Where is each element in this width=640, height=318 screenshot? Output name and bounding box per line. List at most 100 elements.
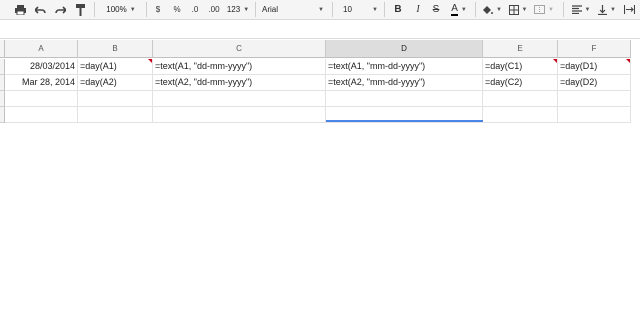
- decrease-decimals-label: .0: [191, 5, 199, 14]
- font-size-value: 10: [343, 5, 352, 14]
- cell-f4[interactable]: [558, 107, 631, 123]
- bold-button[interactable]: B: [392, 0, 404, 19]
- merge-cells-icon: [534, 5, 546, 14]
- bold-label: B: [394, 4, 402, 15]
- cell-f2[interactable]: =day(D2): [558, 75, 631, 91]
- cell-value: =day(D1): [560, 61, 598, 71]
- cell-a1[interactable]: 28/03/2014: [5, 59, 78, 75]
- toolbar-divider: [332, 2, 333, 17]
- paint-bucket-icon: [483, 5, 494, 14]
- print-icon[interactable]: [12, 0, 28, 19]
- more-formats-select[interactable]: 123 ▼: [226, 0, 250, 19]
- chevron-down-icon: ▼: [243, 6, 250, 13]
- cell-value: =text(A1, "mm-dd-yyyy"): [328, 61, 426, 71]
- more-formats-label: 123: [226, 5, 241, 14]
- increase-decimals-button[interactable]: .00: [206, 0, 222, 19]
- cell-a2[interactable]: Mar 28, 2014: [5, 75, 78, 91]
- column-header-f[interactable]: F: [558, 40, 631, 58]
- cell-value: =text(A1, "dd-mm-yyyy"): [155, 61, 253, 71]
- text-color-icon: A: [451, 2, 458, 16]
- error-marker-icon: [626, 59, 630, 63]
- cell-e4[interactable]: [483, 107, 558, 123]
- italic-label: I: [416, 4, 420, 15]
- cell-value: 28/03/2014: [29, 61, 75, 71]
- cell-value: Mar 28, 2014: [21, 77, 75, 87]
- cell-c1[interactable]: =text(A1, "dd-mm-yyyy"): [153, 59, 326, 75]
- cell-b3[interactable]: [78, 91, 153, 107]
- chevron-down-icon: ▼: [129, 6, 136, 13]
- cell-e2[interactable]: =day(C2): [483, 75, 558, 91]
- cell-b1[interactable]: =day(A1): [78, 59, 153, 75]
- chevron-down-icon: ▼: [460, 6, 467, 13]
- chevron-down-icon: ▼: [610, 6, 616, 13]
- cell-d3[interactable]: [326, 91, 483, 107]
- chevron-down-icon: ▼: [521, 6, 528, 13]
- increase-decimals-label: .00: [208, 5, 220, 14]
- toolbar-divider: [146, 2, 147, 17]
- toolbar-divider: [94, 2, 95, 17]
- formula-bar[interactable]: [0, 21, 640, 39]
- percent-format-button[interactable]: %: [170, 0, 184, 19]
- cell-value: =day(C2): [485, 77, 523, 87]
- font-size-select[interactable]: 10 ▼: [343, 0, 378, 19]
- error-marker-icon: [553, 59, 557, 63]
- cell-c2[interactable]: =text(A2, "dd-mm-yyyy"): [153, 75, 326, 91]
- cell-c4[interactable]: [153, 107, 326, 123]
- chevron-down-icon: ▼: [496, 6, 502, 13]
- cell-value: =text(A2, "mm-dd-yyyy"): [328, 77, 426, 87]
- align-bottom-icon: [598, 4, 608, 15]
- cell-a3[interactable]: [5, 91, 78, 107]
- column-header-b[interactable]: B: [78, 40, 153, 58]
- merge-cells-button[interactable]: ▼: [533, 0, 555, 19]
- cell-value: =day(A1): [80, 61, 117, 71]
- font-family-select[interactable]: Arial ▼: [262, 0, 324, 19]
- text-wrapping-button[interactable]: [622, 0, 636, 19]
- text-overflow-icon: [623, 5, 635, 14]
- chevron-down-icon: ▼: [318, 6, 324, 13]
- cell-a4[interactable]: [5, 107, 78, 123]
- error-marker-icon: [148, 59, 152, 63]
- cell-d1[interactable]: =text(A1, "mm-dd-yyyy"): [326, 59, 483, 75]
- toolbar: 100% ▼ $ % .0 .00 123 ▼ Arial ▼ 10 ▼ B I…: [0, 0, 640, 20]
- cell-b2[interactable]: =day(A2): [78, 75, 153, 91]
- cell-e3[interactable]: [483, 91, 558, 107]
- fill-color-button[interactable]: ▼: [481, 0, 503, 19]
- italic-button[interactable]: I: [412, 0, 424, 19]
- cell-b4[interactable]: [78, 107, 153, 123]
- cell-e1[interactable]: =day(C1): [483, 59, 558, 75]
- strikethrough-button[interactable]: S: [430, 0, 442, 19]
- undo-icon[interactable]: [32, 0, 48, 19]
- strikethrough-label: S: [432, 4, 440, 15]
- column-header-a[interactable]: A: [5, 40, 78, 58]
- zoom-select[interactable]: 100% ▼: [100, 0, 142, 19]
- column-header-c[interactable]: C: [153, 40, 326, 58]
- toolbar-divider: [255, 2, 256, 17]
- cell-value: =text(A2, "dd-mm-yyyy"): [155, 77, 253, 87]
- borders-button[interactable]: ▼: [507, 0, 529, 19]
- cell-value: =day(D2): [560, 77, 598, 87]
- chevron-down-icon: ▼: [548, 6, 554, 13]
- cell-value: =day(A2): [80, 77, 117, 87]
- redo-icon[interactable]: [52, 0, 68, 19]
- horizontal-align-button[interactable]: ▼: [570, 0, 592, 19]
- cell-c3[interactable]: [153, 91, 326, 107]
- chevron-down-icon: ▼: [584, 6, 591, 13]
- paint-format-icon[interactable]: [72, 0, 88, 19]
- align-left-icon: [571, 5, 582, 14]
- currency-label: $: [155, 5, 161, 14]
- toolbar-divider: [384, 2, 385, 17]
- vertical-align-button[interactable]: ▼: [597, 0, 617, 19]
- zoom-value: 100%: [106, 5, 127, 14]
- cell-f3[interactable]: [558, 91, 631, 107]
- cell-d2[interactable]: =text(A2, "mm-dd-yyyy"): [326, 75, 483, 91]
- column-header-d[interactable]: D: [326, 40, 483, 58]
- text-color-button[interactable]: A ▼: [448, 0, 470, 19]
- cell-f1[interactable]: =day(D1): [558, 59, 631, 75]
- currency-format-button[interactable]: $: [152, 0, 164, 19]
- chevron-down-icon: ▼: [372, 6, 378, 13]
- percent-label: %: [173, 5, 181, 14]
- font-family-value: Arial: [262, 5, 279, 14]
- column-header-e[interactable]: E: [483, 40, 558, 58]
- decrease-decimals-button[interactable]: .0: [188, 0, 202, 19]
- cell-selection-indicator: [326, 120, 483, 122]
